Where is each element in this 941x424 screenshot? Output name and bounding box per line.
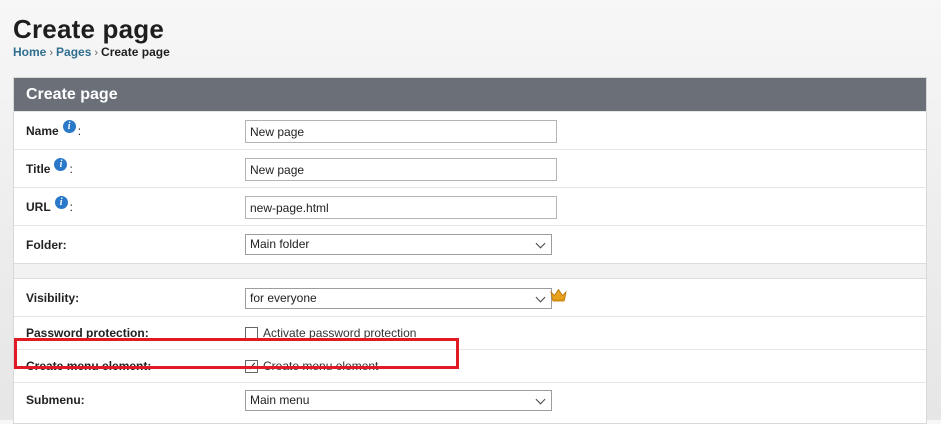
url-label-text: URL — [26, 199, 51, 214]
crown-icon — [550, 288, 567, 302]
submenu-select[interactable]: Main menu — [245, 390, 552, 411]
menu-element-checkbox[interactable] — [245, 359, 258, 373]
visibility-select[interactable]: for everyone — [245, 288, 552, 309]
breadcrumb: Home › Pages › Create page — [13, 45, 170, 59]
breadcrumb-separator: › — [94, 47, 99, 59]
submenu-label: Submenu: — [26, 393, 85, 407]
password-row: Password protection: Activate password p… — [14, 316, 926, 349]
title-label-text: Title — [26, 161, 51, 176]
panel-header: Create page — [14, 78, 926, 111]
breadcrumb-pages[interactable]: Pages — [56, 45, 91, 59]
info-icon[interactable]: i — [54, 196, 68, 209]
label-colon: : — [69, 161, 73, 176]
section-divider — [14, 263, 926, 279]
password-checkbox-wrap[interactable]: Activate password protection — [245, 326, 416, 340]
menu-element-label: Create menu element: — [26, 359, 152, 373]
submenu-selected-value: Main menu — [250, 393, 310, 407]
name-label: Name i: — [26, 112, 81, 149]
password-checkbox-label[interactable]: Activate password protection — [263, 326, 416, 340]
folder-row: Folder: Main folder — [14, 225, 926, 263]
breadcrumb-home[interactable]: Home — [13, 45, 46, 59]
title-input[interactable] — [245, 158, 557, 181]
visibility-row: Visibility: for everyone — [14, 279, 926, 316]
url-label: URL i: — [26, 188, 73, 225]
breadcrumb-separator: › — [49, 47, 54, 59]
menu-element-checkbox-wrap[interactable]: Create menu element — [245, 359, 378, 373]
chevron-down-icon — [535, 292, 546, 303]
breadcrumb-current: Create page — [101, 45, 170, 59]
folder-label: Folder: — [26, 237, 67, 252]
chevron-down-icon — [535, 238, 546, 249]
name-row: Name i: — [14, 111, 926, 149]
chevron-down-icon — [535, 394, 546, 405]
menu-element-checkbox-label[interactable]: Create menu element — [263, 359, 378, 373]
password-checkbox[interactable] — [245, 326, 258, 340]
title-label: Title i: — [26, 150, 73, 187]
info-icon[interactable]: i — [62, 120, 76, 133]
label-colon: : — [77, 123, 82, 138]
folder-select[interactable]: Main folder — [245, 234, 552, 255]
password-label: Password protection: — [26, 326, 149, 340]
visibility-selected-value: for everyone — [250, 291, 317, 305]
name-input[interactable] — [245, 120, 557, 143]
create-page-panel: Create page Name i: Title i: URL i: Fold… — [13, 77, 927, 424]
panel-bottom — [14, 417, 926, 423]
visibility-label: Visibility: — [26, 290, 80, 305]
name-label-text: Name — [26, 123, 59, 138]
folder-selected-value: Main folder — [250, 237, 310, 251]
menu-element-row: Create menu element: Create menu element — [14, 349, 926, 382]
url-row: URL i: — [14, 187, 926, 225]
page-title: Create page — [13, 14, 165, 44]
label-colon: : — [69, 199, 74, 214]
info-icon[interactable]: i — [54, 158, 68, 171]
url-input[interactable] — [245, 196, 557, 219]
title-row: Title i: — [14, 149, 926, 187]
submenu-row: Submenu: Main menu — [14, 382, 926, 417]
